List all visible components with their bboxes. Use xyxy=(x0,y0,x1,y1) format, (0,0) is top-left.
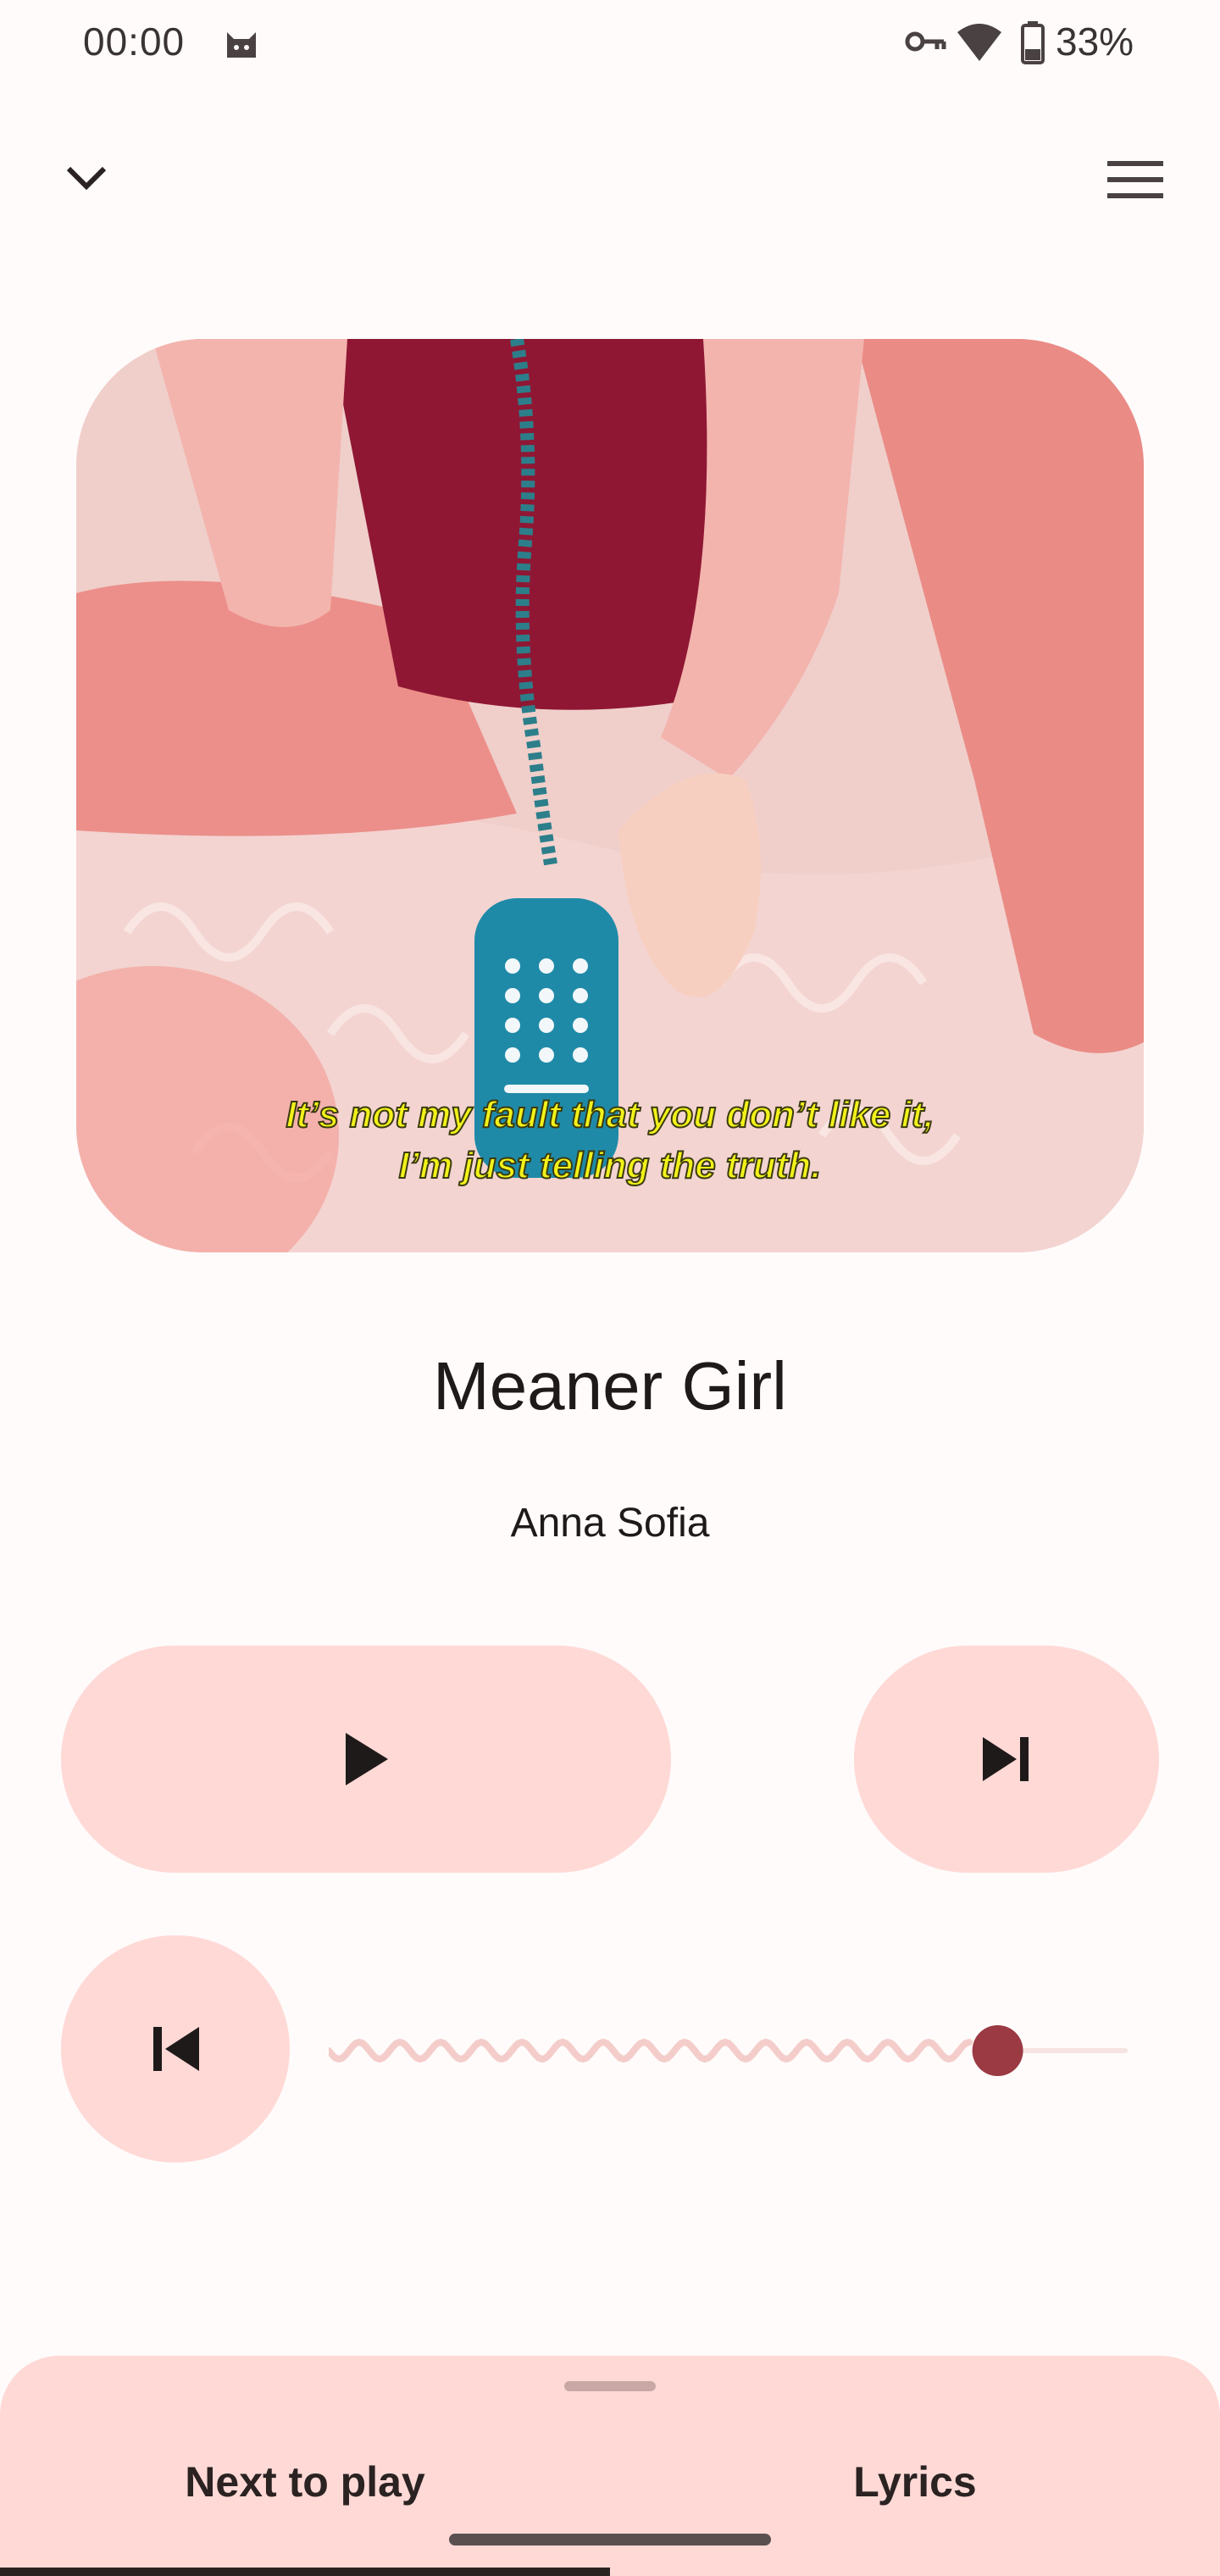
cat-icon xyxy=(227,32,256,58)
album-art: It’s not my fault that you don’t like it… xyxy=(76,339,1144,1252)
album-art-image: It’s not my fault that you don’t like it… xyxy=(76,339,1144,1252)
status-time: 00:00 xyxy=(83,19,186,64)
chevron-down-icon xyxy=(66,166,107,191)
skip-previous-icon xyxy=(153,2027,199,2071)
artist-name: Anna Sofia xyxy=(510,1501,710,1546)
progress-played-wave xyxy=(329,2038,973,2063)
album-caption-line2: I’m just telling the truth. xyxy=(399,1145,822,1186)
wifi-icon xyxy=(957,24,1001,61)
progress-thumb[interactable] xyxy=(972,2025,1023,2076)
tab-next-to-play[interactable]: Next to play xyxy=(0,2457,610,2507)
tab-lyrics[interactable]: Lyrics xyxy=(610,2457,1220,2507)
battery-icon xyxy=(1021,21,1045,64)
album-caption-line1: It’s not my fault that you don’t like it… xyxy=(286,1094,934,1135)
play-icon xyxy=(346,1733,388,1785)
menu-icon xyxy=(1107,161,1163,198)
collapse-button[interactable] xyxy=(53,153,120,203)
playback-progress-slider[interactable] xyxy=(329,2017,1142,2085)
gesture-home-bar[interactable] xyxy=(449,2534,771,2545)
skip-next-button[interactable] xyxy=(854,1646,1159,1873)
queue-menu-button[interactable] xyxy=(1098,153,1173,207)
skip-previous-button[interactable] xyxy=(61,1935,290,2162)
song-title: Meaner Girl xyxy=(433,1348,787,1424)
selected-tab-indicator xyxy=(0,2568,610,2576)
skip-next-icon xyxy=(983,1737,1029,1781)
play-button[interactable] xyxy=(61,1646,671,1873)
battery-percentage: 33% xyxy=(1056,19,1134,64)
drag-handle[interactable] xyxy=(564,2381,656,2391)
key-icon xyxy=(905,31,946,52)
